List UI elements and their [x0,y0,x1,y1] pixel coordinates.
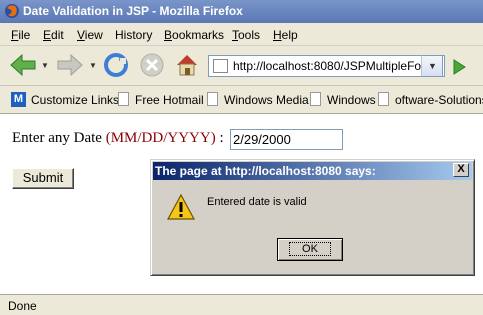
forward-arrow-icon[interactable] [55,52,85,78]
dialog-message: Entered date is valid [207,196,307,208]
bookmark-free-hotmail[interactable]: Free Hotmail [135,93,204,107]
date-label: Enter any Date (MM/DD/YYYY) : [12,130,224,146]
bookmark-windows-media[interactable]: Windows Media [224,93,309,107]
page-favicon [213,59,228,73]
menu-help[interactable]: Help [273,28,298,42]
menu-edit[interactable]: Edit [43,28,64,42]
back-arrow-icon[interactable] [8,52,38,78]
date-input[interactable] [230,129,343,150]
home-icon[interactable] [174,52,200,78]
menu-file[interactable]: File [11,28,30,42]
url-bar[interactable]: http://localhost:8080/JSPMultipleForms [208,55,445,77]
page-icon [378,92,389,106]
reload-icon[interactable] [102,52,130,78]
stop-icon[interactable] [138,52,166,78]
bookmarks-toolbar: M Customize Links Free Hotmail Windows M… [0,86,483,114]
page-icon [310,92,321,106]
menu-view[interactable]: View [77,28,103,42]
dialog-title: The page at http://localhost:8080 says: [155,164,376,178]
url-dropdown-button[interactable]: ▼ [421,55,443,77]
dialog-close-button[interactable]: X [453,163,469,177]
ok-button-label: OK [289,242,331,256]
bookmark-software-solutions[interactable]: oftware-Solutions [395,93,483,107]
forward-dropdown-icon[interactable]: ▼ [89,61,97,70]
window-title: Date Validation in JSP - Mozilla Firefox [23,4,243,18]
menu-tools[interactable]: Tools [232,28,260,42]
chevron-down-icon: ▼ [428,61,437,71]
firefox-icon [5,4,19,18]
menu-bookmarks[interactable]: Bookmarks [164,28,224,42]
status-bar: Done [0,294,483,315]
url-text: http://localhost:8080/JSPMultipleForms [233,59,442,73]
page-icon [118,92,129,106]
menu-history[interactable]: History [115,28,152,42]
date-format-hint: (MM/DD/YYYY) [105,130,216,146]
bookmark-customize-links[interactable]: Customize Links [31,93,119,107]
go-arrow-icon[interactable] [449,57,469,77]
status-text: Done [8,299,37,313]
page-icon [207,92,218,106]
submit-button[interactable]: Submit [12,168,74,189]
warning-icon [166,193,196,220]
back-dropdown-icon[interactable]: ▼ [41,61,49,70]
bookmark-windows[interactable]: Windows [327,93,376,107]
ok-button[interactable]: OK [277,238,343,261]
msn-logo-icon: M [11,92,26,107]
menu-bar: File Edit View History Bookmarks Tools H… [0,23,483,46]
